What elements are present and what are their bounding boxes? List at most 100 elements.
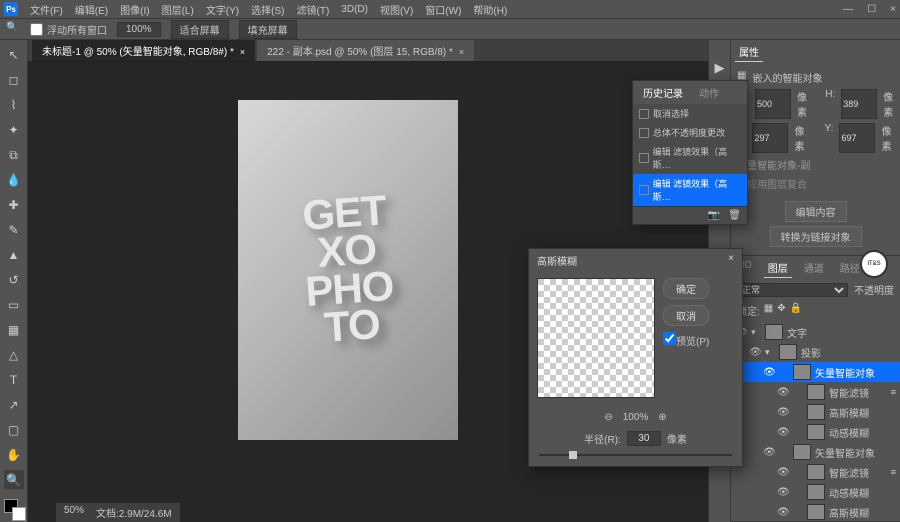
stamp-tool[interactable]: ▲ bbox=[4, 246, 24, 265]
properties-panel: 属性 ▦嵌入的智能对象 W:像素 H:像素 X:像素 Y:像素 矢量智能对象-副… bbox=[731, 40, 900, 256]
zoom-out-icon[interactable]: ⊖ bbox=[604, 412, 612, 423]
status-zoom[interactable]: 50% bbox=[64, 505, 84, 520]
menu-type[interactable]: 文字(Y) bbox=[206, 2, 239, 17]
layer-row[interactable]: 👁▾投影 bbox=[731, 342, 900, 362]
blur-tool[interactable]: △ bbox=[4, 345, 24, 364]
color-swatches[interactable] bbox=[4, 499, 24, 522]
move-tool[interactable]: ↖ bbox=[4, 46, 24, 65]
menu-view[interactable]: 视图(V) bbox=[380, 2, 413, 17]
visibility-icon[interactable]: 👁 bbox=[777, 407, 789, 418]
layer-row[interactable]: 👁▾文字 bbox=[731, 322, 900, 342]
menu-help[interactable]: 帮助(H) bbox=[473, 2, 507, 17]
layer-row[interactable]: 👁 高斯模糊 bbox=[731, 402, 900, 422]
layer-row[interactable]: 👁 矢量智能对象 bbox=[731, 362, 900, 382]
history-panel: 历史记录 动作 取消选择 总体不透明度更改 编辑 滤镜效果（高斯… 编辑 滤镜效… bbox=[632, 80, 748, 225]
gradient-tool[interactable]: ▦ bbox=[4, 320, 24, 339]
history-item[interactable]: 编辑 滤镜效果（高斯… bbox=[633, 142, 747, 174]
tab-doc1[interactable]: 未标题-1 @ 50% (矢量智能对象, RGB/8#) *× bbox=[32, 40, 255, 61]
brush-tool[interactable]: ✎ bbox=[4, 221, 24, 240]
tab-channels[interactable]: 通道 bbox=[800, 258, 828, 278]
lock-pixels-icon[interactable]: ▦ bbox=[764, 303, 773, 318]
layer-row[interactable]: 👁智能滤镜≡ bbox=[731, 382, 900, 402]
camera-icon[interactable]: 📷 bbox=[708, 210, 720, 221]
filter-preview[interactable] bbox=[537, 278, 655, 398]
document-tabs: 未标题-1 @ 50% (矢量智能对象, RGB/8#) *× 222 - 副本… bbox=[28, 40, 708, 62]
lock-position-icon[interactable]: ✥ bbox=[777, 303, 785, 318]
tab-history[interactable]: 历史记录 bbox=[639, 83, 687, 102]
menu-file[interactable]: 文件(F) bbox=[30, 2, 63, 17]
layer-row[interactable]: 👁智能滤镜≡ bbox=[731, 462, 900, 482]
visibility-icon[interactable]: 👁 bbox=[777, 427, 789, 438]
layer-row[interactable]: 👁 动感模糊 bbox=[731, 422, 900, 442]
cancel-button[interactable]: 取消 bbox=[663, 305, 709, 326]
layer-row[interactable]: 👁 动感模糊 bbox=[731, 482, 900, 502]
y-input[interactable] bbox=[839, 123, 875, 153]
visibility-icon[interactable]: 👁 bbox=[777, 387, 789, 398]
x-input[interactable] bbox=[752, 123, 788, 153]
minimize-icon[interactable]: — bbox=[843, 4, 853, 15]
ok-button[interactable]: 确定 bbox=[663, 278, 709, 299]
eyedropper-tool[interactable]: 💧 bbox=[4, 171, 24, 190]
menu-image[interactable]: 图像(I) bbox=[120, 2, 149, 17]
history-item[interactable]: 取消选择 bbox=[633, 104, 747, 123]
layer-thumb-icon bbox=[807, 404, 825, 420]
history-brush-tool[interactable]: ↺ bbox=[4, 271, 24, 290]
crop-tool[interactable]: ⧉ bbox=[4, 146, 24, 165]
radius-input[interactable] bbox=[627, 431, 661, 446]
zoom-field[interactable]: 100% bbox=[117, 22, 161, 37]
history-item[interactable]: 编辑 滤镜效果（高斯… bbox=[633, 174, 747, 206]
maximize-icon[interactable]: ☐ bbox=[867, 4, 876, 15]
history-item[interactable]: 总体不透明度更改 bbox=[633, 123, 747, 142]
tab-actions[interactable]: 动作 bbox=[695, 83, 723, 102]
radius-slider[interactable] bbox=[539, 450, 732, 460]
visibility-icon[interactable]: 👁 bbox=[777, 487, 789, 498]
tab-doc2[interactable]: 222 - 副本.psd @ 50% (图层 15, RGB/8) *× bbox=[257, 40, 474, 61]
layer-thumb-icon bbox=[807, 484, 825, 500]
visibility-icon[interactable]: 👁 bbox=[777, 507, 789, 518]
width-input[interactable] bbox=[755, 89, 791, 119]
eraser-tool[interactable]: ▭ bbox=[4, 296, 24, 315]
close-icon[interactable]: × bbox=[890, 4, 896, 15]
float-checkbox[interactable] bbox=[30, 23, 43, 36]
fit-screen-button[interactable]: 适合屏幕 bbox=[171, 20, 229, 39]
lasso-tool[interactable]: ⌇ bbox=[4, 96, 24, 115]
play-icon[interactable]: ▶ bbox=[715, 60, 725, 76]
preview-checkbox[interactable]: 预览(P) bbox=[663, 332, 709, 348]
tab-properties[interactable]: 属性 bbox=[735, 42, 763, 62]
menu-layer[interactable]: 图层(L) bbox=[162, 2, 194, 17]
wand-tool[interactable]: ✦ bbox=[4, 121, 24, 140]
dialog-close-icon[interactable]: × bbox=[728, 253, 734, 268]
marquee-tool[interactable]: ◻ bbox=[4, 71, 24, 90]
shape-tool[interactable]: ▢ bbox=[4, 420, 24, 439]
layer-thumb-icon bbox=[779, 344, 797, 360]
type-tool[interactable]: T bbox=[4, 370, 24, 389]
zoom-in-icon[interactable]: ⊕ bbox=[658, 412, 666, 423]
menu-filter[interactable]: 滤镜(T) bbox=[297, 2, 330, 17]
canvas[interactable]: GET XO PHO TO bbox=[238, 100, 458, 440]
tab-close-icon[interactable]: × bbox=[240, 47, 245, 57]
visibility-icon[interactable]: 👁 bbox=[749, 347, 761, 358]
hand-tool[interactable]: ✋ bbox=[4, 445, 24, 464]
height-input[interactable] bbox=[841, 89, 877, 119]
tab-close-icon[interactable]: × bbox=[459, 47, 464, 57]
menu-3d[interactable]: 3D(D) bbox=[341, 4, 368, 15]
visibility-icon[interactable]: 👁 bbox=[763, 367, 775, 378]
blend-mode-select[interactable]: 正常 bbox=[737, 283, 848, 297]
healing-tool[interactable]: ✚ bbox=[4, 196, 24, 215]
lock-all-icon[interactable]: 🔒 bbox=[790, 303, 802, 318]
trash-icon[interactable]: 🗑 bbox=[728, 210, 741, 221]
visibility-icon[interactable]: 👁 bbox=[777, 467, 789, 478]
fill-screen-button[interactable]: 填充屏幕 bbox=[239, 20, 297, 39]
zoom-tool[interactable]: 🔍 bbox=[4, 470, 24, 489]
menu-edit[interactable]: 编辑(E) bbox=[75, 2, 108, 17]
tab-layers[interactable]: 图层 bbox=[764, 258, 792, 278]
path-tool[interactable]: ↗ bbox=[4, 395, 24, 414]
menu-window[interactable]: 窗口(W) bbox=[425, 2, 461, 17]
visibility-icon[interactable]: 👁 bbox=[763, 447, 775, 458]
canvas-content: GET XO PHO TO bbox=[299, 192, 397, 349]
layer-row[interactable]: 👁 矢量智能对象 bbox=[731, 442, 900, 462]
convert-link-button[interactable]: 转换为链接对象 bbox=[770, 226, 862, 247]
edit-content-button[interactable]: 编辑内容 bbox=[785, 201, 847, 222]
layer-row[interactable]: 👁 高斯模糊 bbox=[731, 502, 900, 522]
menu-select[interactable]: 选择(S) bbox=[251, 2, 284, 17]
